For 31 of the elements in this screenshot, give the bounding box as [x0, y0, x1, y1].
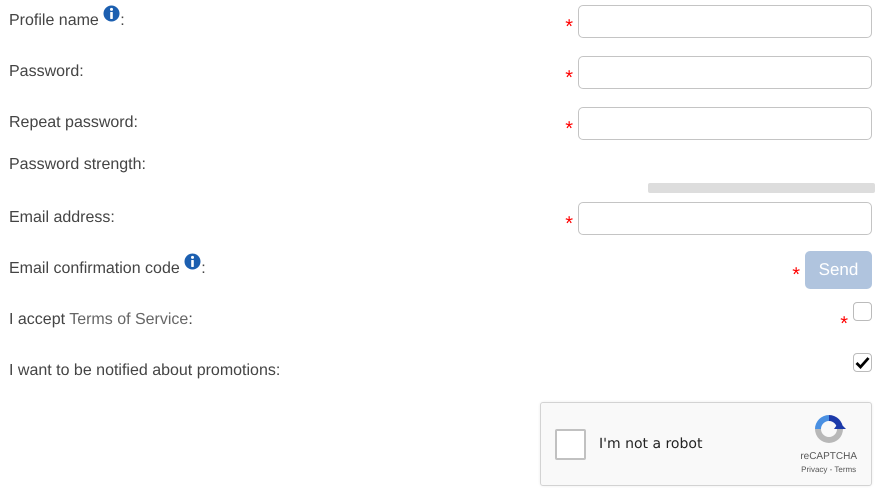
required-mark: * [565, 119, 573, 139]
field-label: : [120, 12, 125, 29]
input-field[interactable] [578, 107, 872, 140]
field-label: : [188, 311, 193, 328]
field-label: I want to be notified about promotions: [9, 361, 280, 381]
required-mark: * [565, 214, 573, 234]
terms-link[interactable]: Terms of Service [69, 311, 188, 328]
field-label: Password: [9, 62, 84, 82]
field-label: : [201, 260, 206, 277]
privacy-terms-links[interactable]: Privacy - Terms [801, 464, 856, 476]
field-label: I accept [9, 311, 66, 328]
field-label: Email address: [9, 208, 115, 228]
checkbox[interactable] [853, 353, 872, 372]
checkmark-icon [855, 356, 870, 369]
input-field[interactable] [578, 5, 872, 38]
input-field[interactable] [578, 56, 872, 89]
input-field[interactable] [578, 202, 872, 235]
required-mark: * [565, 17, 573, 37]
field-label: Repeat password: [9, 113, 138, 133]
field-label: Password strength: [9, 155, 146, 175]
required-mark: * [840, 314, 848, 334]
checkbox[interactable] [555, 428, 586, 460]
required-mark: * [792, 265, 800, 285]
field-label: Profile name [9, 12, 100, 29]
info-icon[interactable] [184, 253, 202, 270]
info-icon[interactable] [103, 5, 120, 22]
checkbox[interactable] [853, 302, 872, 321]
captcha-label: I'm not a robot [599, 434, 702, 454]
captcha-brand: reCAPTCHA [800, 450, 857, 464]
field-label: Email confirmation code [9, 260, 181, 277]
required-mark: * [565, 68, 573, 88]
